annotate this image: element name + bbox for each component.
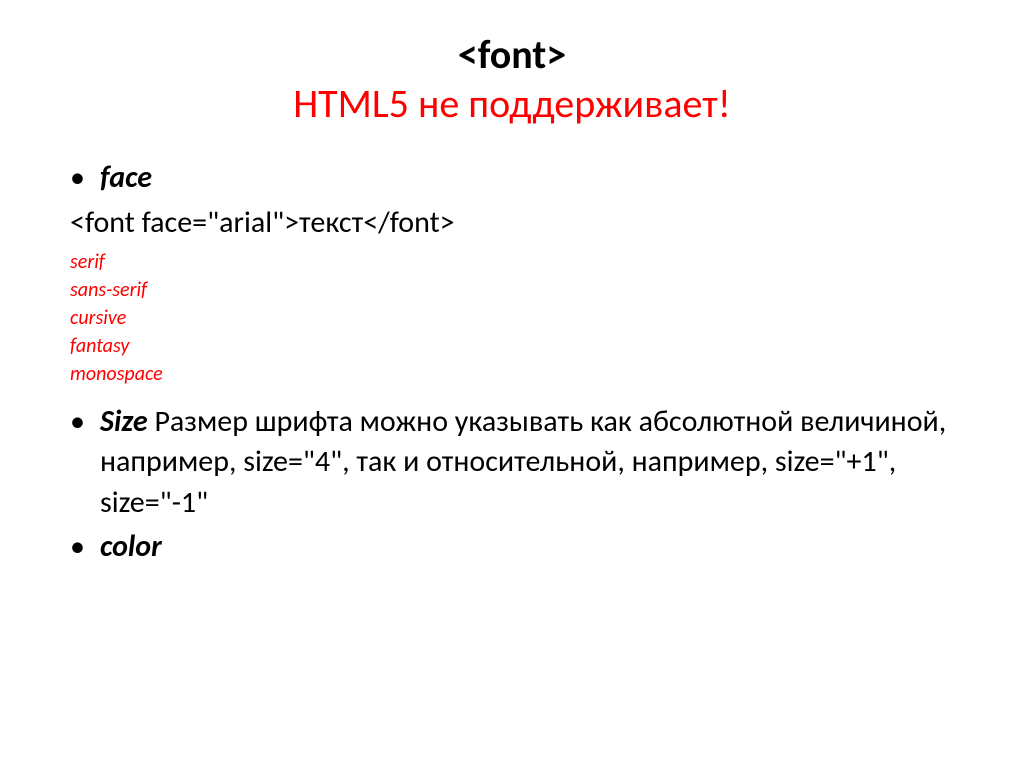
bullet-size: Size Размер шрифта можно указывать как а… (100, 402, 964, 524)
face-label: face (100, 159, 152, 196)
font-family-list: serif sans-serif cursive fantasy monospa… (70, 248, 964, 388)
font-monospace: monospace (70, 360, 964, 388)
size-description: Размер шрифта можно указывать как абсолю… (100, 403, 946, 521)
color-label: color (100, 528, 162, 565)
bullet-list: face (70, 158, 964, 199)
size-label: Size (100, 403, 148, 440)
slide-title: <font> HTML5 не поддерживает! (60, 30, 964, 128)
code-example: <font face="arial">текст</font> (70, 203, 964, 242)
bullet-color: color (100, 527, 964, 568)
title-tag: <font> (60, 30, 964, 79)
font-fantasy: fantasy (70, 332, 964, 360)
font-cursive: cursive (70, 304, 964, 332)
font-sans-serif: sans-serif (70, 276, 964, 304)
bullet-list-2: Size Размер шрифта можно указывать как а… (70, 402, 964, 568)
slide-content: face <font face="arial">текст</font> ser… (60, 158, 964, 568)
title-warning: HTML5 не поддерживает! (60, 79, 964, 128)
bullet-face: face (100, 158, 964, 199)
font-serif: serif (70, 248, 964, 276)
